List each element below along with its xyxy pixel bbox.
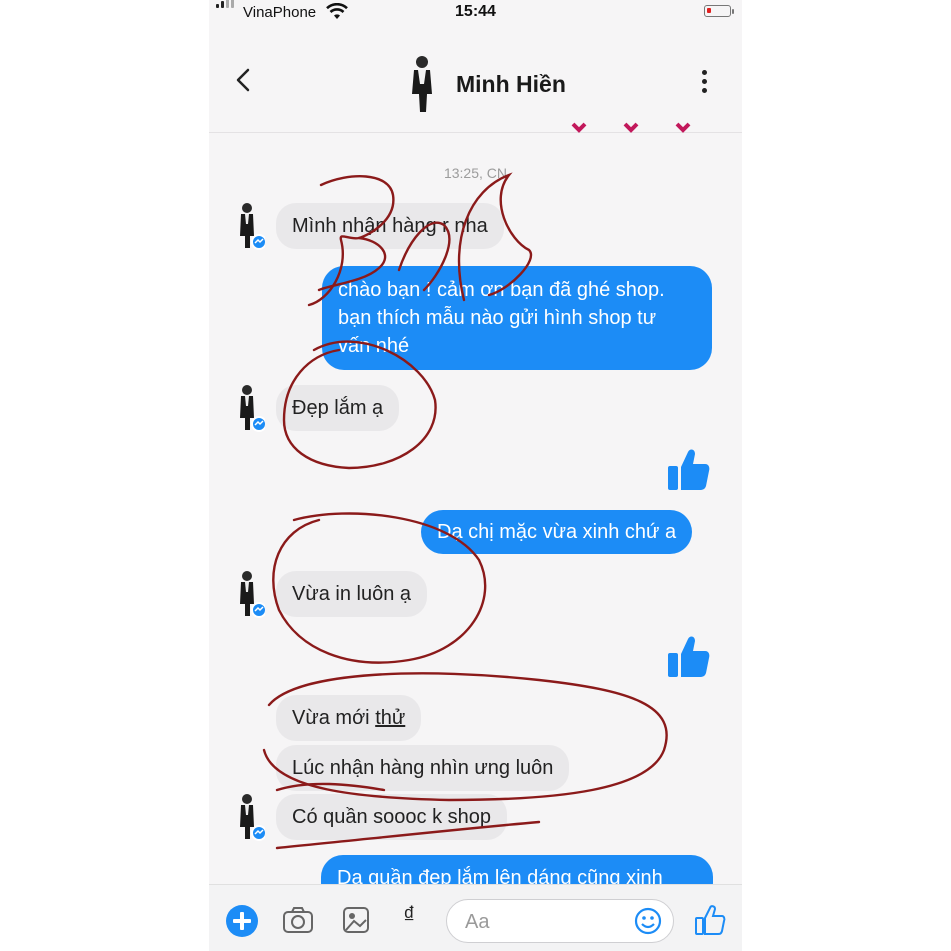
underlined-word: thử [375, 707, 406, 729]
sender-avatar[interactable] [235, 570, 265, 618]
incoming-message[interactable]: Mình nhận hàng r nha [276, 203, 504, 249]
incoming-message[interactable]: Đẹp lắm ạ [276, 385, 400, 431]
sender-avatar[interactable] [235, 202, 265, 250]
contact-avatar[interactable] [397, 54, 447, 116]
messenger-screen: VinaPhone 15:44 Minh Hiền 13:25, CN Mình… [209, 0, 742, 951]
battery-icon [704, 5, 734, 17]
like-icon[interactable] [693, 903, 727, 937]
message-line: chào bạn ! cảm ơn bạn đã ghé shop. [338, 279, 665, 301]
status-time: 15:44 [455, 3, 496, 20]
message-timestamp: 13:25, CN [443, 165, 508, 181]
incoming-message[interactable]: Vừa in luôn ạ [276, 571, 428, 617]
decorative-hearts [571, 122, 691, 133]
contact-name[interactable]: Minh Hiền [456, 71, 566, 98]
conversation-header: Minh Hiền [209, 26, 742, 133]
message-line: bạn thích mẫu nào gửi hình shop tư [338, 307, 657, 329]
message-input[interactable]: Aa [446, 899, 674, 943]
currency-icon[interactable]: ₫ [403, 902, 415, 930]
incoming-message[interactable]: Lúc nhận hàng nhìn ưng luôn [276, 745, 570, 791]
more-options-icon[interactable] [697, 70, 711, 94]
incoming-message[interactable]: Vừa mới thử [276, 695, 422, 741]
message-line: vấn nhé [338, 335, 410, 357]
back-arrow-icon[interactable] [231, 66, 255, 94]
outgoing-message[interactable]: Dạ chị mặc vừa xinh chứ a [421, 510, 693, 554]
camera-icon[interactable] [281, 903, 315, 937]
plus-icon[interactable] [226, 905, 258, 937]
sender-avatar[interactable] [235, 793, 265, 841]
thumbs-up-icon [668, 636, 710, 677]
emoji-icon[interactable] [633, 906, 663, 936]
sender-avatar[interactable] [235, 384, 265, 432]
composer-bar: ₫ Aa [209, 884, 742, 951]
outgoing-message[interactable]: chào bạn ! cảm ơn bạn đã ghé shop. bạn t… [322, 266, 712, 370]
image-icon[interactable] [339, 903, 373, 937]
thumbs-up-icon [668, 449, 710, 490]
message-input-placeholder: Aa [465, 911, 490, 933]
status-bar: VinaPhone 15:44 [209, 0, 742, 26]
incoming-message[interactable]: Có quần sooоc k shop [276, 794, 508, 840]
